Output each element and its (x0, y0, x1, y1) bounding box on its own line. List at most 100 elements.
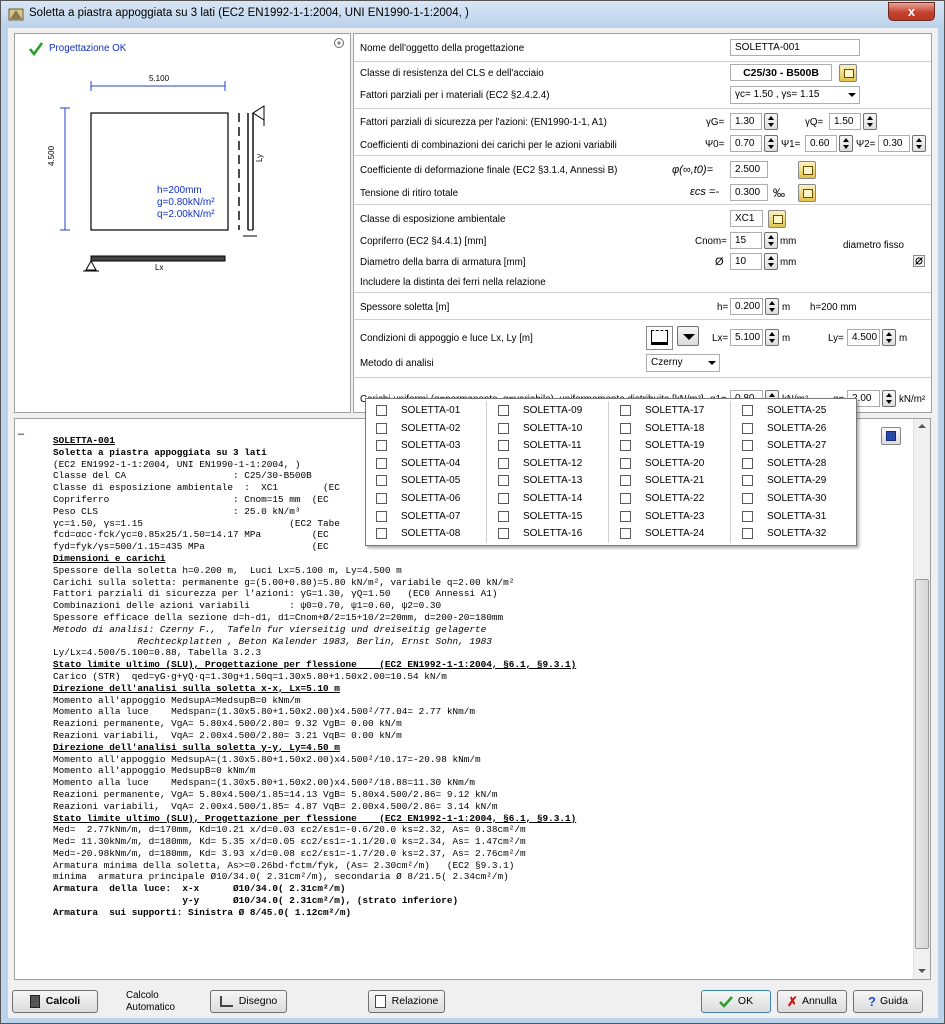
item-checkbox[interactable] (742, 493, 753, 504)
scroll-thumb[interactable] (915, 579, 929, 949)
popup-list-item[interactable]: SOLETTA-10 (498, 422, 582, 441)
popup-list-item[interactable]: SOLETTA-23 (620, 510, 704, 529)
gQ-field[interactable]: 1.50 (829, 113, 861, 130)
relazione-button[interactable]: Relazione (368, 990, 445, 1013)
calcolo-auto-line2[interactable]: Automatico (126, 1002, 175, 1013)
item-checkbox[interactable] (620, 528, 631, 540)
popup-list-item[interactable]: SOLETTA-13 (498, 475, 582, 493)
item-checkbox[interactable] (742, 405, 753, 416)
item-checkbox[interactable] (498, 510, 509, 522)
popup-list-item[interactable]: SOLETTA-22 (620, 493, 704, 511)
item-checkbox[interactable] (498, 422, 509, 434)
fattori-mat-dropdown[interactable]: γc= 1.50 , γs= 1.15 (730, 86, 860, 104)
psi0-spinner[interactable] (764, 135, 778, 152)
item-checkbox[interactable] (742, 457, 753, 469)
ly-spinner[interactable] (882, 329, 896, 346)
psi2-field[interactable]: 0.30 (878, 135, 910, 152)
cnom-field[interactable]: 15 (730, 232, 762, 249)
ecs-field[interactable]: 0.300 (730, 184, 768, 201)
guida-button[interactable]: ? Guida (853, 990, 923, 1013)
popup-list-item[interactable]: SOLETTA-28 (742, 457, 826, 476)
popup-list-item[interactable]: SOLETTA-18 (620, 422, 704, 441)
popup-list-item[interactable]: SOLETTA-08 (376, 528, 460, 546)
item-checkbox[interactable] (498, 457, 509, 469)
popup-list-item[interactable]: SOLETTA-21 (620, 475, 704, 493)
close-button[interactable]: x (888, 2, 935, 21)
popup-list-item[interactable]: SOLETTA-14 (498, 493, 582, 511)
item-checkbox[interactable] (620, 422, 631, 434)
phi-field[interactable]: 2.500 (730, 161, 768, 178)
q-spinner[interactable] (882, 390, 896, 407)
popup-list-item[interactable]: SOLETTA-01 (376, 405, 460, 423)
metodo-dropdown[interactable]: Czerny (646, 354, 720, 372)
scroll-down-arrow[interactable] (918, 969, 926, 973)
calcoli-button[interactable]: Calcoli (12, 990, 98, 1013)
annulla-button[interactable]: ✗ Annulla (777, 990, 847, 1013)
support-dropdown-button[interactable] (677, 326, 699, 346)
popup-list-item[interactable]: SOLETTA-24 (620, 528, 704, 546)
ecs-calc-icon[interactable] (798, 184, 816, 202)
popup-list-item[interactable]: SOLETTA-27 (742, 440, 826, 458)
save-report-icon[interactable] (881, 427, 901, 445)
collapse-dash[interactable]: – (18, 428, 24, 440)
nome-field[interactable]: SOLETTA-001 (730, 39, 860, 56)
item-checkbox[interactable] (742, 528, 753, 540)
ly-field[interactable]: 4.500 (847, 329, 880, 346)
lx-field[interactable]: 5.100 (730, 329, 763, 346)
diam-dropdown-button[interactable] (764, 253, 778, 270)
popup-list-item[interactable]: SOLETTA-07 (376, 510, 460, 529)
item-checkbox[interactable] (742, 510, 753, 522)
esposizione-select-icon[interactable] (768, 210, 786, 228)
item-checkbox[interactable] (376, 457, 387, 469)
item-checkbox[interactable] (742, 440, 753, 452)
item-checkbox[interactable] (742, 475, 753, 487)
cnom-spinner[interactable] (764, 232, 778, 249)
popup-list-item[interactable]: SOLETTA-04 (376, 457, 460, 476)
item-checkbox[interactable] (620, 493, 631, 504)
popup-list-item[interactable]: SOLETTA-03 (376, 440, 460, 458)
popup-list-item[interactable]: SOLETTA-02 (376, 422, 460, 441)
distinta-label[interactable]: Includere la distinta dei ferri nella re… (360, 277, 546, 288)
item-checkbox[interactable] (498, 405, 509, 416)
popup-list-item[interactable]: SOLETTA-17 (620, 405, 704, 423)
psi1-spinner[interactable] (839, 135, 853, 152)
h-spinner[interactable] (765, 298, 779, 315)
h-field[interactable]: 0.200 (730, 298, 763, 315)
item-checkbox[interactable] (376, 528, 387, 540)
popup-list-item[interactable]: SOLETTA-20 (620, 457, 704, 476)
item-checkbox[interactable] (376, 422, 387, 434)
popup-list-item[interactable]: SOLETTA-29 (742, 475, 826, 493)
popup-list-item[interactable]: SOLETTA-09 (498, 405, 582, 423)
popup-list-item[interactable]: SOLETTA-25 (742, 405, 826, 423)
gG-field[interactable]: 1.30 (730, 113, 762, 130)
popup-list-item[interactable]: SOLETTA-31 (742, 510, 826, 529)
item-checkbox[interactable] (742, 422, 753, 434)
item-checkbox[interactable] (376, 440, 387, 452)
report-scrollbar[interactable] (913, 419, 930, 979)
popup-list-item[interactable]: SOLETTA-32 (742, 528, 826, 546)
gQ-spinner[interactable] (863, 113, 877, 130)
item-checkbox[interactable] (620, 440, 631, 452)
popup-list-item[interactable]: SOLETTA-16 (498, 528, 582, 546)
popup-list-item[interactable]: SOLETTA-15 (498, 510, 582, 529)
calcolo-auto-line1[interactable]: Calcolo (126, 990, 159, 1001)
item-checkbox[interactable] (620, 475, 631, 487)
item-checkbox[interactable] (498, 493, 509, 504)
item-checkbox[interactable] (498, 528, 509, 540)
item-checkbox[interactable] (620, 457, 631, 469)
popup-list-item[interactable]: SOLETTA-12 (498, 457, 582, 476)
psi0-field[interactable]: 0.70 (730, 135, 762, 152)
support-preview[interactable] (646, 326, 673, 350)
diameter-fixed-icon[interactable] (913, 255, 925, 267)
item-checkbox[interactable] (376, 493, 387, 504)
item-checkbox[interactable] (376, 510, 387, 522)
diam-field[interactable]: 10 (730, 253, 762, 270)
popup-list-item[interactable]: SOLETTA-26 (742, 422, 826, 441)
lx-spinner[interactable] (765, 329, 779, 346)
popup-list-item[interactable]: SOLETTA-05 (376, 475, 460, 493)
item-checkbox[interactable] (620, 510, 631, 522)
esposizione-field[interactable]: XC1 (730, 210, 763, 227)
ok-button[interactable]: OK (701, 990, 771, 1013)
item-checkbox[interactable] (620, 405, 631, 416)
phi-calc-icon[interactable] (798, 161, 816, 179)
